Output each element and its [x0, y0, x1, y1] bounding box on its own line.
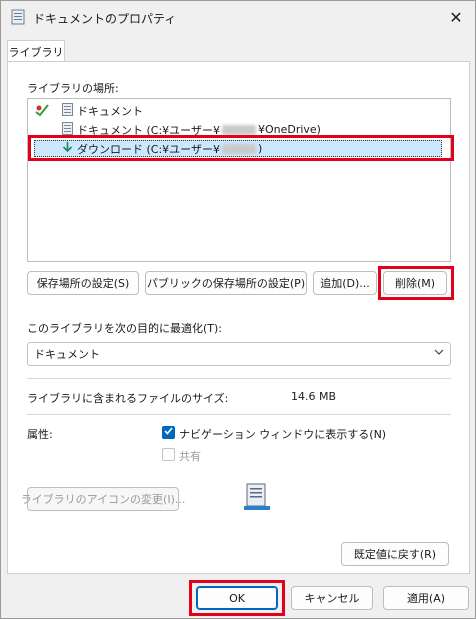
add-button[interactable]: 追加(D)...: [313, 271, 377, 295]
show-in-nav-label: ナビゲーション ウィンドウに表示する(N): [179, 428, 387, 441]
cancel-label: キャンセル: [304, 592, 360, 605]
close-button[interactable]: ✕: [437, 1, 475, 33]
size-value: 14.6 MB: [291, 390, 337, 403]
optimize-select[interactable]: ドキュメント: [27, 342, 451, 366]
highlight-ok-button: [189, 580, 285, 616]
cancel-button[interactable]: キャンセル: [291, 586, 373, 610]
optimize-label: このライブラリを次の目的に最適化(T):: [27, 322, 223, 335]
highlight-selected-item: [28, 135, 454, 161]
show-in-nav-checkbox[interactable]: [162, 426, 175, 439]
set-public-save-location-button[interactable]: パブリックの保存場所の設定(P): [145, 271, 307, 295]
restore-defaults-button[interactable]: 既定値に戻す(R): [341, 542, 449, 566]
library-icon-preview: [244, 483, 270, 514]
add-label: 追加(D)...: [320, 277, 370, 290]
change-icon-label: ライブラリのアイコンの変更(I)...: [20, 493, 186, 506]
optimize-selected-value: ドキュメント: [34, 348, 100, 361]
chevron-down-icon: [434, 347, 444, 360]
tab-library[interactable]: ライブラリ: [7, 40, 65, 62]
document-icon: [62, 102, 73, 119]
close-icon: ✕: [449, 7, 463, 27]
change-icon-button[interactable]: ライブラリのアイコンの変更(I)...: [21, 487, 185, 511]
apply-button[interactable]: 適用(A): [383, 586, 469, 610]
title-bar: ドキュメントのプロパティ ✕: [1, 1, 475, 33]
library-locations-list[interactable]: ドキュメント ドキュメント (C:¥ユーザー¥ ¥OneDrive) ダウンロー…: [27, 98, 451, 262]
redacted-username: [221, 124, 256, 135]
list-item[interactable]: ドキュメント: [62, 102, 143, 119]
highlight-remove-button: [378, 266, 454, 300]
set-save-location-label: 保存場所の設定(S): [36, 277, 130, 290]
divider: [27, 378, 451, 379]
apply-label: 適用(A): [406, 592, 446, 605]
divider: [27, 414, 451, 415]
default-save-location-icon: [34, 103, 50, 120]
shared-label: 共有: [179, 450, 201, 463]
set-public-save-location-label: パブリックの保存場所の設定(P): [146, 277, 306, 290]
tab-library-label: ライブラリ: [8, 45, 64, 59]
properties-dialog: ドキュメントのプロパティ ✕ ライブラリ ライブラリの場所: ドキュメント ドキ…: [0, 0, 476, 619]
document-library-icon: [11, 9, 25, 28]
library-locations-heading: ライブラリの場所:: [27, 82, 119, 95]
checkmark-icon: [164, 427, 173, 438]
list-item-label: ドキュメント: [77, 104, 143, 118]
window-title: ドキュメントのプロパティ: [33, 12, 177, 26]
set-save-location-button[interactable]: 保存場所の設定(S): [27, 271, 139, 295]
attributes-label: 属性:: [27, 428, 53, 441]
shared-checkbox[interactable]: [162, 448, 175, 461]
size-label: ライブラリに含まれるファイルのサイズ:: [27, 392, 229, 405]
restore-defaults-label: 既定値に戻す(R): [353, 548, 437, 561]
